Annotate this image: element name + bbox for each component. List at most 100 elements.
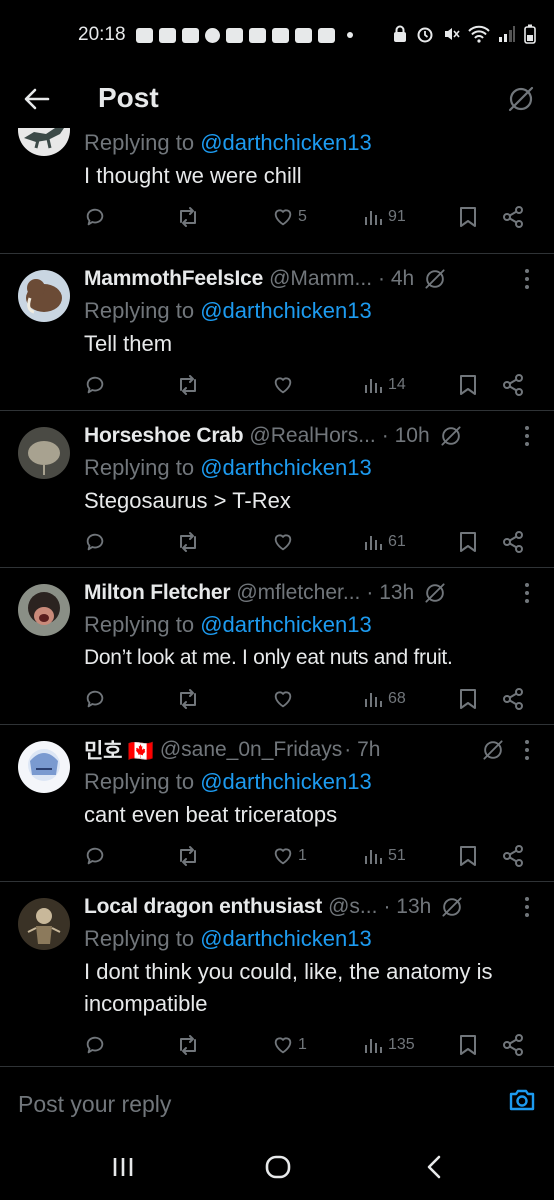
bookmark-button[interactable] (458, 841, 478, 871)
camera-button[interactable] (508, 1087, 536, 1118)
grok-explain-icon[interactable] (424, 582, 446, 604)
replies-feed[interactable]: Replying to @darthchicken13 I thought we… (0, 128, 554, 1066)
reply-composer[interactable]: Post your reply (0, 1066, 554, 1128)
reply-button[interactable] (84, 1030, 106, 1060)
like-button[interactable]: 1 (272, 841, 307, 871)
post-time[interactable]: · 13h (366, 581, 414, 605)
mention-link[interactable]: @darthchicken13 (200, 612, 372, 637)
avatar[interactable] (18, 270, 70, 322)
more-options-icon[interactable] (524, 268, 530, 295)
mention-link[interactable]: @darthchicken13 (200, 130, 372, 155)
post-text: I dont think you could, like, the anatom… (84, 959, 493, 1016)
like-button[interactable] (272, 684, 298, 714)
like-button[interactable] (272, 370, 298, 400)
reply-button[interactable] (84, 370, 106, 400)
bookmark-button[interactable] (458, 370, 478, 400)
user-handle[interactable]: @s... (328, 895, 377, 919)
top-app-bar: Post (0, 70, 554, 128)
reply-post[interactable]: Horseshoe Crab @RealHors... · 10h Replyi… (0, 411, 554, 568)
share-button[interactable] (502, 370, 524, 400)
reply-button[interactable] (84, 202, 106, 232)
mention-link[interactable]: @darthchicken13 (200, 298, 372, 323)
avatar[interactable] (18, 584, 70, 636)
share-button[interactable] (502, 527, 524, 557)
share-button[interactable] (502, 684, 524, 714)
home-icon (265, 1155, 291, 1179)
post-time[interactable]: · 10h (382, 424, 430, 448)
display-name[interactable]: Horseshoe Crab (84, 424, 244, 448)
display-name[interactable]: 민호 🇨🇦 (84, 735, 154, 765)
home-button[interactable] (258, 1152, 298, 1182)
display-name[interactable]: Local dragon enthusiast (84, 895, 322, 919)
user-handle[interactable]: @Mamm... (269, 267, 372, 291)
dinosaur-avatar-icon (24, 128, 64, 149)
back-button[interactable] (20, 82, 54, 116)
bookmark-button[interactable] (458, 1030, 478, 1060)
repost-button[interactable] (176, 684, 200, 714)
reply-post[interactable]: 민호 🇨🇦 @sane_0n_Fridays · 7h Replying to … (0, 725, 554, 882)
views-button[interactable]: 61 (364, 527, 406, 557)
more-options-icon[interactable] (524, 425, 530, 452)
avatar[interactable] (18, 898, 70, 950)
bookmark-button[interactable] (458, 527, 478, 557)
post-text: Stegosaurus > T-Rex (84, 488, 291, 513)
more-options-icon[interactable] (524, 582, 530, 609)
reply-button[interactable] (84, 684, 106, 714)
reply-post[interactable]: Replying to @darthchicken13 I thought we… (0, 128, 554, 254)
reply-post[interactable]: Milton Fletcher @mfletcher... · 13h Repl… (0, 568, 554, 725)
share-button[interactable] (502, 202, 524, 232)
display-name[interactable]: Milton Fletcher (84, 581, 231, 605)
alarm-icon (417, 27, 433, 43)
reply-input[interactable]: Post your reply (18, 1091, 171, 1118)
view-count: 51 (388, 847, 406, 864)
views-button[interactable]: 51 (364, 841, 406, 871)
repost-button[interactable] (176, 202, 200, 232)
share-button[interactable] (502, 841, 524, 871)
repost-button[interactable] (176, 1030, 200, 1060)
views-button[interactable]: 91 (364, 202, 406, 232)
views-button[interactable]: 14 (364, 370, 406, 400)
user-handle[interactable]: @RealHors... (249, 424, 375, 448)
user-handle[interactable]: @mfletcher... (236, 581, 360, 605)
back-chevron-icon (427, 1155, 441, 1179)
grok-explain-icon[interactable] (440, 425, 462, 447)
views-button[interactable]: 68 (364, 684, 406, 714)
reply-post[interactable]: Local dragon enthusiast @s... · 13h Repl… (0, 882, 554, 1066)
grok-explain-icon[interactable] (424, 268, 446, 290)
bookmark-button[interactable] (458, 202, 478, 232)
post-time[interactable]: · 4h (378, 267, 414, 291)
like-button[interactable] (272, 527, 298, 557)
display-name[interactable]: MammothFeelsIce (84, 267, 263, 291)
like-button[interactable]: 1 (272, 1030, 307, 1060)
mention-link[interactable]: @darthchicken13 (200, 926, 372, 951)
repost-button[interactable] (176, 370, 200, 400)
reply-button[interactable] (84, 841, 106, 871)
avatar[interactable] (18, 128, 70, 156)
back-nav-button[interactable] (414, 1152, 454, 1182)
avatar[interactable] (18, 427, 70, 479)
reply-button[interactable] (84, 527, 106, 557)
more-options-icon[interactable] (524, 739, 530, 766)
share-button[interactable] (502, 1030, 524, 1060)
replying-to-label: Replying to @darthchicken13 (84, 612, 372, 638)
grok-explain-icon[interactable] (482, 739, 504, 761)
grok-button[interactable] (504, 82, 538, 116)
post-time[interactable]: · 13h (383, 895, 431, 919)
replying-to-label: Replying to @darthchicken13 (84, 455, 372, 481)
bookmark-button[interactable] (458, 684, 478, 714)
mention-link[interactable]: @darthchicken13 (200, 769, 372, 794)
repost-button[interactable] (176, 841, 200, 871)
more-options-icon[interactable] (524, 896, 530, 923)
repost-button[interactable] (176, 527, 200, 557)
like-button[interactable]: 5 (272, 202, 307, 232)
mention-link[interactable]: @darthchicken13 (200, 455, 372, 480)
reply-post[interactable]: MammothFeelsIce @Mamm... · 4h Replying t… (0, 254, 554, 411)
views-button[interactable]: 135 (364, 1030, 415, 1060)
recent-apps-button[interactable] (103, 1152, 143, 1182)
post-time[interactable]: · 7h (344, 738, 380, 762)
views-icon (365, 1039, 382, 1053)
user-handle[interactable]: @sane_0n_Fridays (160, 738, 342, 762)
grok-explain-icon[interactable] (441, 896, 463, 918)
avatar[interactable] (18, 741, 70, 793)
repost-icon (180, 207, 196, 227)
